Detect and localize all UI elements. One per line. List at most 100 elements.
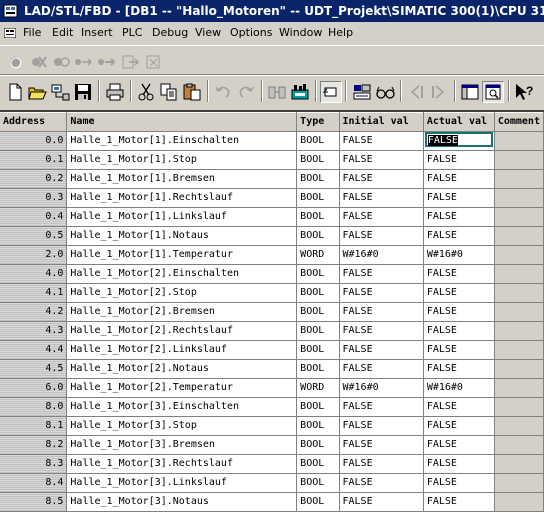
breakpoint-button[interactable] bbox=[4, 51, 26, 73]
details-button[interactable] bbox=[482, 81, 504, 103]
table-row[interactable]: 8.5 Halle_1_Motor[3].Notaus BOOL FALSE FALSE bbox=[0, 492, 544, 512]
load-button[interactable] bbox=[266, 81, 288, 103]
undo-button[interactable] bbox=[212, 81, 234, 103]
open-button[interactable] bbox=[26, 81, 48, 103]
save-icon bbox=[75, 84, 91, 100]
actual-value-cell[interactable]: FALSE bbox=[423, 359, 495, 379]
table-row[interactable]: 8.3 Halle_1_Motor[3].Rechtslauf BOOL FALSE F… bbox=[0, 454, 544, 474]
actual-value-cell[interactable]: FALSE bbox=[423, 492, 495, 512]
undo-icon bbox=[215, 86, 230, 98]
cut-button[interactable] bbox=[135, 81, 157, 103]
table-row[interactable]: 4.3 Halle_1_Motor[2].Rechtslauf BOOL FALSE F… bbox=[0, 321, 544, 341]
address-cell: 4.1 bbox=[0, 283, 68, 303]
actual-value-cell[interactable]: FALSE bbox=[423, 150, 495, 170]
type-cell: WORD bbox=[296, 378, 340, 398]
accessible-nodes-button[interactable] bbox=[49, 81, 71, 103]
delete-breakpoint-button[interactable] bbox=[27, 51, 49, 73]
actual-value-cell[interactable]: FALSE bbox=[423, 283, 495, 303]
actual-value-cell[interactable]: W#16#0 bbox=[423, 245, 495, 265]
comment-cell bbox=[494, 435, 544, 455]
actual-value-cell[interactable]: FALSE bbox=[423, 131, 495, 151]
table-row[interactable]: 0.1 Halle_1_Motor[1].Stop BOOL FALSE FALSE bbox=[0, 150, 544, 170]
type-cell: BOOL bbox=[296, 207, 340, 227]
document-system-menu-icon[interactable] bbox=[4, 28, 16, 38]
menu-help[interactable]: Help bbox=[328, 26, 353, 40]
menu-debug[interactable]: Debug bbox=[152, 26, 188, 40]
paste-button[interactable] bbox=[181, 81, 203, 103]
actual-value-cell[interactable]: FALSE bbox=[423, 264, 495, 284]
overview-button[interactable] bbox=[459, 81, 481, 103]
table-row[interactable]: 8.0 Halle_1_Motor[3].Einschalten BOOL FALSE… bbox=[0, 397, 544, 417]
actual-value-cell[interactable]: W#16#0 bbox=[423, 378, 495, 398]
table-row[interactable]: 4.2 Halle_1_Motor[2].Bremsen BOOL FALSE FALS… bbox=[0, 302, 544, 322]
monitor-button[interactable] bbox=[320, 81, 342, 103]
actual-value-cell[interactable]: FALSE bbox=[423, 226, 495, 246]
type-cell: BOOL bbox=[296, 188, 340, 208]
table-row[interactable]: 0.4 Halle_1_Motor[1].Linkslauf BOOL FALSE FA… bbox=[0, 207, 544, 227]
menu-view[interactable]: View bbox=[195, 26, 221, 40]
breakpoint-icon bbox=[10, 57, 22, 69]
actual-value-editor[interactable]: FALSE bbox=[424, 132, 493, 147]
actual-value-cell[interactable]: FALSE bbox=[423, 321, 495, 341]
type-cell: BOOL bbox=[296, 169, 340, 189]
address-cell: 4.3 bbox=[0, 321, 68, 341]
reference-data-button[interactable] bbox=[289, 81, 311, 103]
table-row[interactable]: 4.5 Halle_1_Motor[2].Notaus BOOL FALSE FALSE bbox=[0, 359, 544, 379]
declaration-view-button[interactable] bbox=[351, 81, 373, 103]
step-over-button[interactable] bbox=[73, 51, 95, 73]
menu-window[interactable]: Window bbox=[279, 26, 322, 40]
title-bar[interactable]: LAD/STL/FBD - [DB1 -- "Hallo_Motoren" --… bbox=[0, 0, 544, 22]
comment-cell bbox=[494, 302, 544, 322]
table-row[interactable]: 4.4 Halle_1_Motor[2].Linkslauf BOOL FALSE FA… bbox=[0, 340, 544, 360]
new-button[interactable] bbox=[4, 81, 26, 103]
actual-value-cell[interactable]: FALSE bbox=[423, 188, 495, 208]
actual-value-cell[interactable]: FALSE bbox=[423, 207, 495, 227]
table-row[interactable]: 0.2 Halle_1_Motor[1].Bremsen BOOL FALSE FALS… bbox=[0, 169, 544, 189]
save-button[interactable] bbox=[72, 81, 94, 103]
column-header-type[interactable]: Type bbox=[296, 112, 340, 132]
toolbar-separator bbox=[98, 80, 100, 102]
table-row[interactable]: 4.0 Halle_1_Motor[2].Einschalten BOOL FALSE… bbox=[0, 264, 544, 284]
table-row[interactable]: 8.4 Halle_1_Motor[3].Linkslauf BOOL FALSE FA… bbox=[0, 473, 544, 493]
prev-error-button[interactable] bbox=[405, 81, 427, 103]
actual-value-cell[interactable]: FALSE bbox=[423, 454, 495, 474]
actual-value-cell[interactable]: FALSE bbox=[423, 416, 495, 436]
step-into-button[interactable] bbox=[96, 51, 118, 73]
table-row[interactable]: 2.0 Halle_1_Motor[1].Temperatur WORD W#16#0… bbox=[0, 245, 544, 265]
actual-value-cell[interactable]: FALSE bbox=[423, 169, 495, 189]
column-header-address[interactable]: Address bbox=[0, 112, 68, 132]
exit-block-button[interactable] bbox=[119, 51, 141, 73]
glasses-button[interactable] bbox=[374, 81, 396, 103]
initial-value-cell: FALSE bbox=[339, 131, 424, 151]
actual-value-cell[interactable]: FALSE bbox=[423, 397, 495, 417]
actual-value-cell[interactable]: FALSE bbox=[423, 435, 495, 455]
column-header-actual-value[interactable]: Actual val bbox=[423, 112, 495, 132]
menu-edit[interactable]: Edit bbox=[52, 26, 73, 40]
column-header-initial-value[interactable]: Initial val bbox=[339, 112, 424, 132]
copy-button[interactable] bbox=[158, 81, 180, 103]
table-row[interactable]: 8.2 Halle_1_Motor[3].Bremsen BOOL FALSE FALS… bbox=[0, 435, 544, 455]
table-row[interactable]: 6.0 Halle_1_Motor[2].Temperatur WORD W#16#0… bbox=[0, 378, 544, 398]
actual-value-cell[interactable]: FALSE bbox=[423, 302, 495, 322]
print-button[interactable] bbox=[104, 81, 126, 103]
menu-options[interactable]: Options bbox=[230, 26, 272, 40]
table-row[interactable]: 0.3 Halle_1_Motor[1].Rechtslauf BOOL FALSE F… bbox=[0, 188, 544, 208]
table-row[interactable]: 8.1 Halle_1_Motor[3].Stop BOOL FALSE FALSE bbox=[0, 416, 544, 436]
table-row[interactable]: 4.1 Halle_1_Motor[2].Stop BOOL FALSE FALSE bbox=[0, 283, 544, 303]
actual-value-cell[interactable]: FALSE bbox=[423, 340, 495, 360]
menu-file[interactable]: File bbox=[23, 26, 41, 40]
type-cell: BOOL bbox=[296, 226, 340, 246]
table-row[interactable]: 0.5 Halle_1_Motor[1].Notaus BOOL FALSE FALSE bbox=[0, 226, 544, 246]
resume-button[interactable] bbox=[142, 51, 164, 73]
column-header-name[interactable]: Name bbox=[66, 112, 298, 132]
table-row[interactable]: 0.0 Halle_1_Motor[1].Einschalten BOOL FALSE… bbox=[0, 131, 544, 151]
menu-insert[interactable]: Insert bbox=[81, 26, 113, 40]
actual-value-cell[interactable]: FALSE bbox=[423, 473, 495, 493]
redo-button[interactable] bbox=[235, 81, 257, 103]
column-header-comment[interactable]: Comment bbox=[494, 112, 544, 132]
menu-plc[interactable]: PLC bbox=[122, 26, 142, 40]
selected-text: FALSE bbox=[427, 135, 458, 146]
help-cursor-button[interactable]: ? bbox=[513, 81, 535, 103]
next-error-button[interactable] bbox=[428, 81, 450, 103]
show-breakpoints-button[interactable] bbox=[50, 51, 72, 73]
